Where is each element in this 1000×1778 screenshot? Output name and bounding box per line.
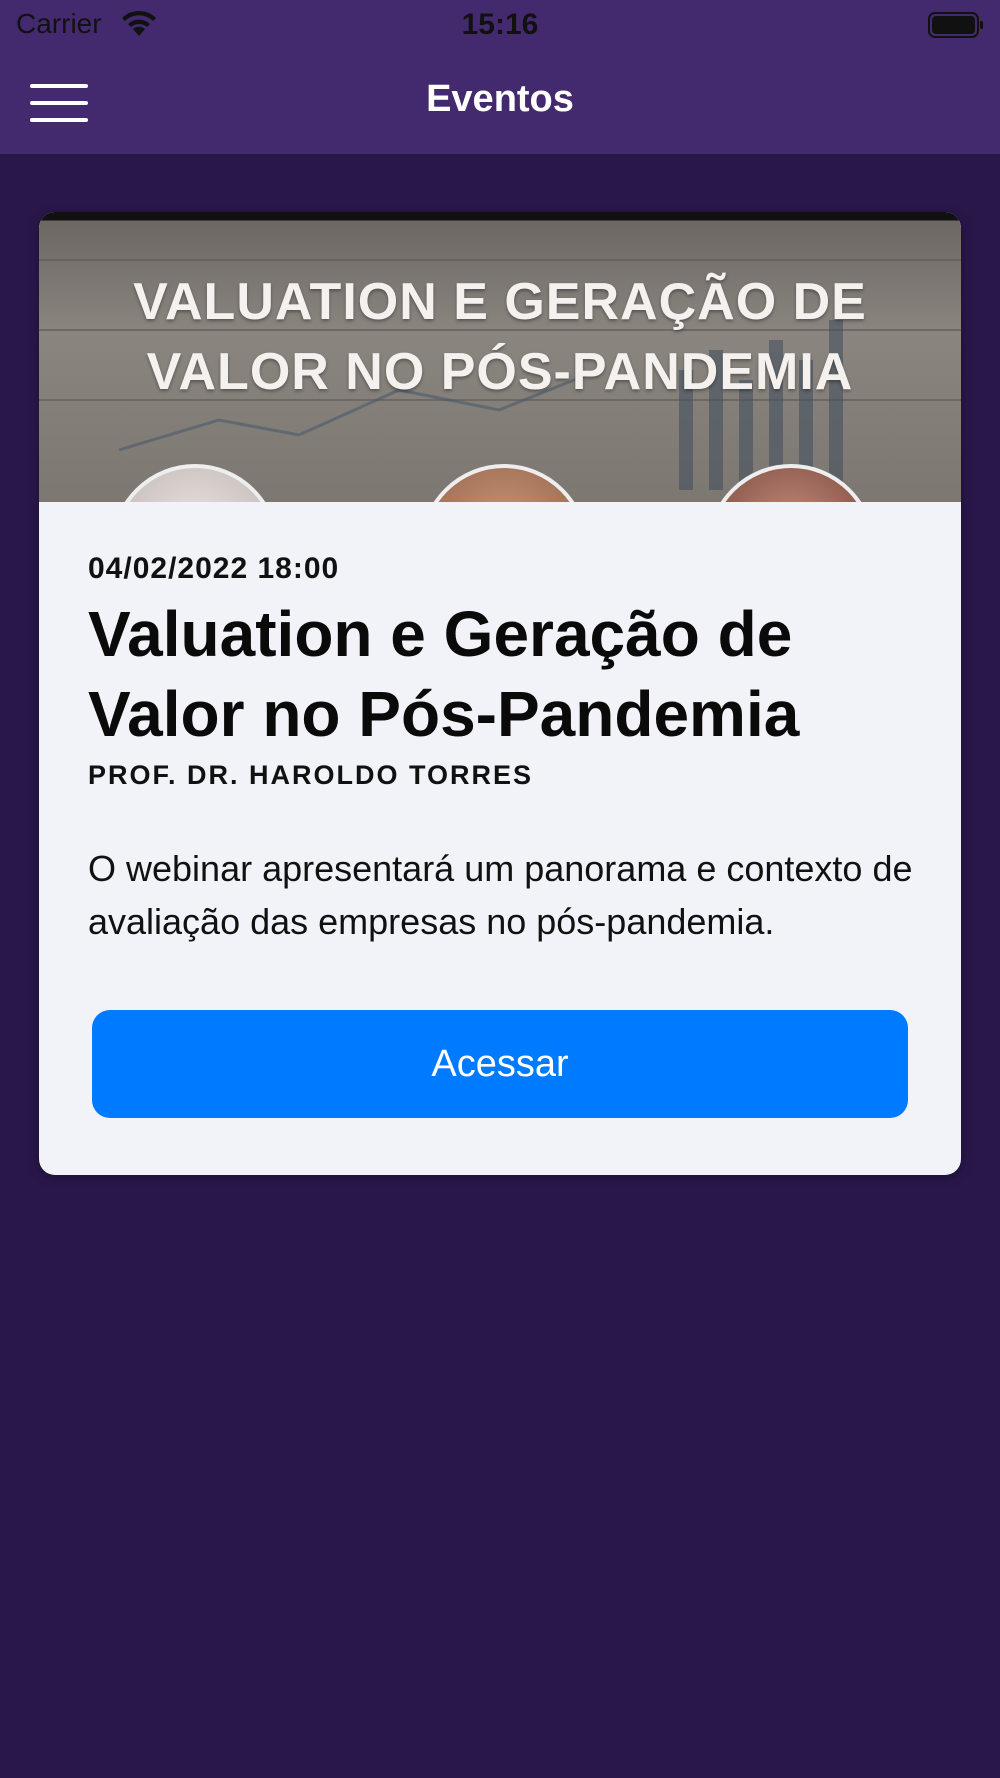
page-title: Eventos xyxy=(426,78,574,120)
access-button[interactable]: Acessar xyxy=(92,1010,908,1118)
banner-heading: VALUATION E GERAÇÃO DE VALOR NO PÓS-PAND… xyxy=(133,273,867,401)
status-time: 15:16 xyxy=(461,8,539,41)
event-speaker: PROF. DR. HAROLDO TORRES xyxy=(88,760,534,790)
event-card[interactable]: VALUATION E GERAÇÃO DE VALOR NO PÓS-PAND… xyxy=(39,212,961,1175)
event-date: 04/02/2022 18:00 xyxy=(88,552,340,585)
status-bar: Carrier 15:16 xyxy=(0,0,1000,50)
battery-icon xyxy=(928,12,983,38)
event-banner-image: VALUATION E GERAÇÃO DE VALOR NO PÓS-PAND… xyxy=(39,212,961,502)
navigation-bar: Eventos xyxy=(0,50,1000,154)
event-details: 04/02/2022 18:00 Valuation e Geração de … xyxy=(39,502,961,1175)
event-description: O webinar apresentará um panorama e cont… xyxy=(88,848,913,942)
event-title: Valuation e Geração de Valor no Pós-Pand… xyxy=(88,598,800,750)
